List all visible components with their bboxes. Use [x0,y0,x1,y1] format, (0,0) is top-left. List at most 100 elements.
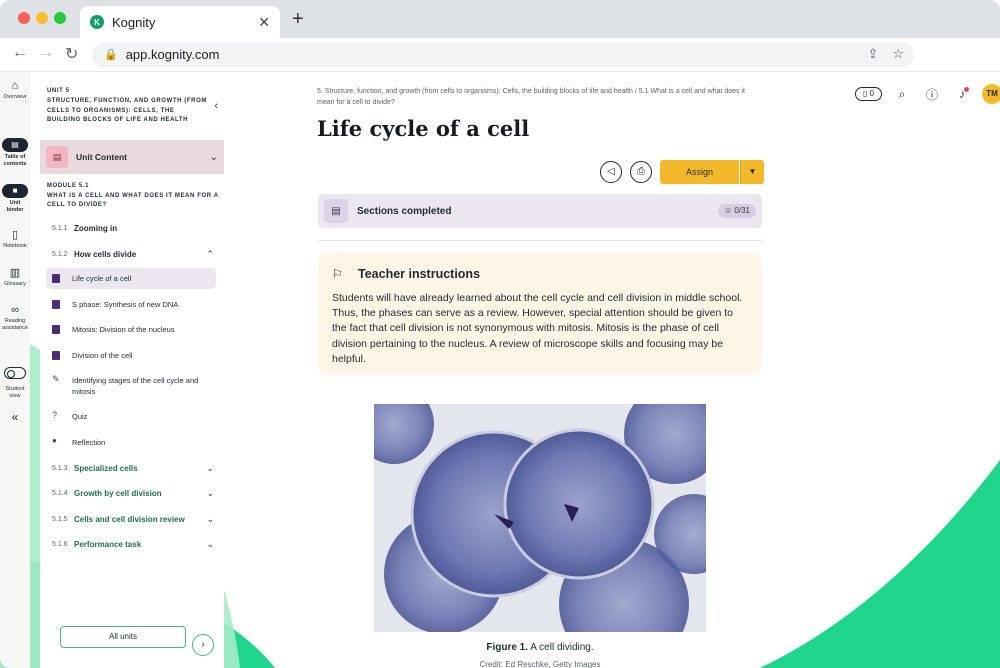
notebook-icon: ▯ [11,229,19,241]
rail-notebook-label: Notebook [3,243,27,249]
section-number: 5.1.3 [52,464,68,472]
subsection-division[interactable]: Division of the cell [46,345,216,366]
collapse-sidebar-chevron-icon[interactable]: ‹ [214,100,218,112]
subsection-label: Life cycle of a cell [72,274,132,283]
chevron-down-icon[interactable]: ⌄ [206,488,214,499]
chevron-down-icon[interactable]: ⌄ [206,539,214,550]
search-icon[interactable]: ⌕ [892,87,912,102]
rail-collapse[interactable]: « [0,410,30,424]
unit-title: STRUCTURE, FUNCTION, AND GROWTH (FROM CE… [47,98,207,123]
sections-count: 0/31 [734,206,750,215]
page-icon [52,325,60,334]
all-units-button[interactable]: All units [60,626,186,648]
unit-label: UNIT 5 [47,88,70,94]
sections-completed-bar[interactable]: ▤ Sections completed ☺ 0/31 [318,194,762,228]
section-5-1-6[interactable]: 5.1.6 Performance task ⌄ [52,534,214,554]
teacher-instructions-body: Students will have already learned about… [332,292,743,365]
subsection-label: Identifying stages of the cell cycle and… [72,376,199,396]
share-icon[interactable]: ⇪ [867,46,878,62]
subsection-identifying-stages[interactable]: ✎ Identifying stages of the cell cycle a… [46,370,216,402]
rail-unit-binder[interactable]: ■ Unit binder [0,180,30,214]
page-icon [52,274,60,283]
forward-arrow-icon[interactable]: → [38,44,54,62]
help-icon[interactable]: ⓘ [922,86,942,103]
module-title: WHAT IS A CELL AND WHAT DOES IT MEAN FOR… [47,192,219,209]
chevron-up-icon[interactable]: ⌃ [206,249,214,260]
rail-reading-label: Reading assistance [2,318,28,331]
lock-icon: 🔒 [104,49,118,61]
section-title: Cells and cell division review [74,514,185,524]
subsection-quiz[interactable]: ? Quiz [46,406,216,427]
divider [318,240,762,241]
close-window-button[interactable] [18,12,30,24]
page-icon [52,300,60,309]
chevron-down-icon[interactable]: ⌄ [206,463,214,474]
subsection-label: Quiz [72,412,88,421]
subsection-s-phase[interactable]: S phase: Synthesis of new DNA [46,294,216,315]
rail-student-label: Student view [5,386,25,399]
section-5-1-4[interactable]: 5.1.4 Growth by cell division ⌄ [52,483,214,503]
subsection-label: Reflection [72,438,106,447]
tab-close-icon[interactable]: ✕ [258,14,270,31]
book-icon: ▤ [2,138,28,152]
browser-titlebar: K Kognity ✕ + [0,0,1000,38]
module-label: MODULE 5.1 [47,183,90,189]
next-arrow-icon[interactable]: › [192,634,214,656]
new-tab-icon[interactable]: + [292,8,304,31]
browser-window: K Kognity ✕ + ← → ↻ 🔒 app.kognity.com ⇪ … [0,0,1000,668]
section-5-1-2[interactable]: 5.1.2 How cells divide ⌃ [52,244,214,264]
subsection-reflection[interactable]: ● Reflection [46,432,216,453]
subsection-label: Division of the cell [72,351,133,360]
minimize-window-button[interactable] [36,12,48,24]
figure-credit: Credit: Ed Reschke, Getty Images [479,660,601,668]
maximize-window-button[interactable] [54,12,66,24]
rail-overview[interactable]: ⌂ Overview [0,80,30,101]
pencil-icon: ✎ [52,374,60,384]
unit-sidebar: UNIT 5 STRUCTURE, FUNCTION, AND GROWTH (… [40,78,224,668]
notes-count-badge[interactable]: ▯ 0 [855,87,882,101]
unit-content-toggle[interactable]: ▤ Unit Content ⌄ [40,140,224,174]
section-5-1-5[interactable]: 5.1.5 Cells and cell division review ⌄ [52,509,214,529]
section-5-1-3[interactable]: 5.1.3 Specialized cells ⌄ [52,458,214,478]
rail-student-view[interactable]: Student view [0,366,30,400]
bookmark-star-icon[interactable]: ☆ [892,46,904,62]
figure-caption-text: A cell dividing. [530,642,594,653]
subsection-life-cycle[interactable]: Life cycle of a cell [46,268,216,289]
eye-toggle-icon[interactable] [4,367,26,379]
section-5-1-1[interactable]: 5.1.1 Zooming in [52,218,214,238]
bell-icon[interactable]: ♪ [952,87,972,101]
glossary-icon: ▥ [9,267,21,279]
sections-count-badge: ☺ 0/31 [718,204,756,218]
subsection-mitosis[interactable]: Mitosis: Division of the nucleus [46,319,216,340]
folder-icon: ■ [2,184,28,198]
section-title: Performance task [74,539,142,549]
section-number: 5.1.4 [52,489,68,497]
section-number: 5.1.5 [52,515,68,523]
rail-glossary-label: Glossary [4,281,26,287]
back-arrow-icon[interactable]: ← [12,44,28,62]
caret-down-icon[interactable]: ▼ [740,160,764,184]
section-title: How cells divide [74,249,137,259]
breadcrumb[interactable]: 5. Structure, function, and growth (from… [317,86,757,108]
print-icon[interactable]: ⎙ [630,161,652,183]
avatar[interactable]: TM [982,84,1000,104]
teacher-instructions-title: Teacher instructions [358,267,481,281]
chevron-down-icon: ⌄ [209,151,218,163]
address-url: app.kognity.com [125,47,220,62]
home-icon: ⌂ [11,80,19,92]
rail-notebook[interactable]: ▯ Notebook [0,228,30,250]
rail-table-of-contents[interactable]: ▤ Table of contents [0,134,30,168]
reload-icon[interactable]: ↻ [65,44,78,64]
browser-tab[interactable]: K Kognity ✕ [80,6,280,38]
address-bar[interactable]: 🔒 app.kognity.com ⇪ ☆ [92,42,914,67]
icon-rail: ⌂ Overview ▤ Table of contents ■ Unit bind… [0,72,30,668]
top-right-icons: ▯ 0 ⌕ ⓘ ♪ TM [855,84,1000,104]
chevron-down-icon[interactable]: ⌄ [206,514,214,525]
rail-glossary[interactable]: ▥ Glossary [0,266,30,288]
rail-reading-assistance[interactable]: ∞ Reading assistance [0,304,30,332]
browser-toolbar: ← → ↻ 🔒 app.kognity.com ⇪ ☆ [0,38,1000,72]
app-area: ⌂ Overview ▤ Table of contents ■ Unit bind… [0,72,1000,668]
assign-button[interactable]: Assign [660,160,739,184]
megaphone-icon[interactable]: ◁ [600,161,622,183]
rail-overview-label: Overview [3,94,27,100]
